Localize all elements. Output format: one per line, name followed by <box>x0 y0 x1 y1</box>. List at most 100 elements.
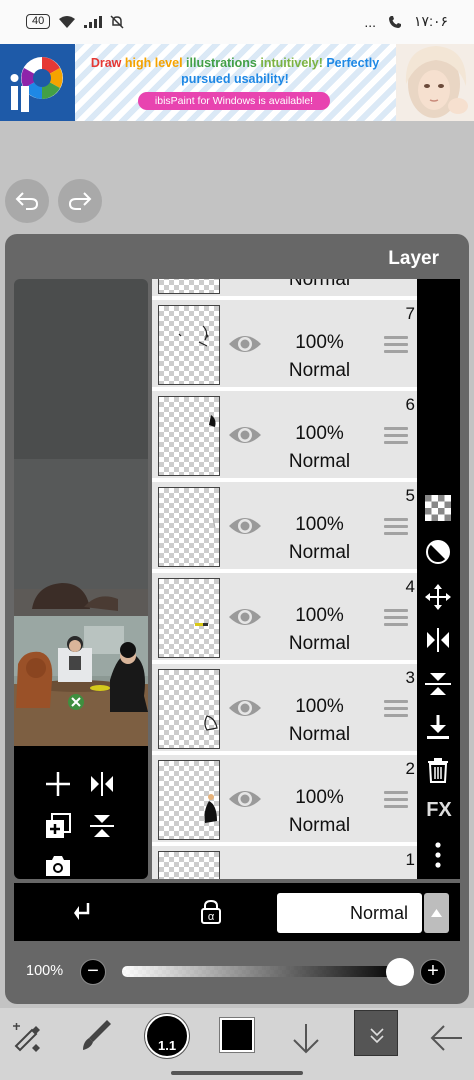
add-layer-icon[interactable] <box>44 770 72 798</box>
layer-number: 2 <box>405 759 415 778</box>
layer-opacity: 100% <box>295 514 344 535</box>
layer-thumbnail <box>158 279 220 294</box>
layer-opacity: 100% <box>295 787 344 808</box>
drag-handle-icon[interactable] <box>384 791 408 809</box>
layer-thumbnail <box>158 487 220 567</box>
ad-headline-word: Draw <box>90 56 125 70</box>
flip-horizontal-icon[interactable] <box>88 770 116 798</box>
layer-number: 7 <box>405 304 415 323</box>
layer-number: 6 <box>405 395 415 414</box>
layer-row-5[interactable]: 100% Normal 5 <box>152 482 417 571</box>
flip-vertical-icon[interactable] <box>88 812 116 840</box>
layer-number: 4 <box>405 577 415 596</box>
phone-icon <box>389 15 402 28</box>
drag-handle-icon[interactable] <box>384 700 408 718</box>
layer-row-3[interactable]: 100% Normal 3 <box>152 664 417 753</box>
opacity-slider[interactable] <box>122 966 402 977</box>
ad-headline-word: high level <box>124 56 187 70</box>
invert-icon[interactable] <box>425 539 451 565</box>
layer-row-1[interactable]: 1 <box>152 846 417 879</box>
layer-blend-mode: Normal <box>288 279 351 290</box>
layer-list[interactable]: Normal 100% Normal 7 100% Normal 6 100% … <box>152 279 417 879</box>
fx-button[interactable]: FX <box>422 799 456 822</box>
muted-bell-icon <box>110 14 124 29</box>
drag-handle-icon[interactable] <box>384 427 408 445</box>
duplicate-layer-icon[interactable] <box>44 812 72 840</box>
trash-icon[interactable] <box>426 757 450 783</box>
ad-headline-word: Perfectly <box>326 56 380 70</box>
layer-thumbnail <box>158 578 220 658</box>
layer-blend-mode: Normal <box>288 451 351 472</box>
ad-headline: Draw high level illustrations intuitivel… <box>88 55 382 87</box>
visibility-eye-icon[interactable] <box>228 514 262 538</box>
move-icon[interactable] <box>424 583 452 611</box>
layer-thumbnail <box>158 760 220 840</box>
home-indicator[interactable] <box>171 1071 303 1075</box>
ad-headline-word: pursued usability! <box>181 72 289 86</box>
opacity-increase-button[interactable]: + <box>420 959 446 985</box>
panel-title: Layer <box>388 248 439 269</box>
layer-thumbnail <box>158 669 220 749</box>
layer-row-2[interactable]: 100% Normal 2 <box>152 755 417 844</box>
layer-row-6[interactable]: 100% Normal 6 <box>152 391 417 480</box>
down-arrow-icon[interactable] <box>288 1020 324 1056</box>
brush-icon[interactable] <box>79 1018 113 1054</box>
ad-badge[interactable]: ibisPaint for Windows is available! <box>138 92 330 110</box>
layer-row[interactable]: Normal <box>152 279 417 298</box>
clipping-icon[interactable] <box>70 901 94 927</box>
more-dots: ... <box>364 13 377 30</box>
visibility-eye-icon[interactable] <box>228 787 262 811</box>
ad-headline-word: intuitively! <box>260 56 327 70</box>
visibility-eye-icon[interactable] <box>228 332 262 356</box>
ibispaint-logo <box>0 44 75 121</box>
ad-banner[interactable]: Draw high level illustrations intuitivel… <box>0 44 474 121</box>
drag-handle-icon[interactable] <box>384 336 408 354</box>
canvas-preview[interactable] <box>14 279 148 879</box>
opacity-slider-knob[interactable] <box>386 958 414 986</box>
layer-thumbnail <box>158 851 220 879</box>
layer-blend-mode: Normal <box>288 815 351 836</box>
alpha-lock-icon[interactable]: α <box>199 899 223 925</box>
blend-bar: α Normal <box>14 883 460 941</box>
layer-row-7[interactable]: 100% Normal 7 <box>152 300 417 389</box>
color-swatch[interactable] <box>220 1018 254 1052</box>
layer-opacity: 100% <box>295 332 344 353</box>
caret-up-icon <box>431 909 442 917</box>
opacity-decrease-button[interactable]: − <box>80 959 106 985</box>
more-options-icon[interactable] <box>432 841 444 869</box>
tool-selector-icon[interactable] <box>10 1020 44 1054</box>
redo-button[interactable] <box>58 179 102 223</box>
camera-icon[interactable] <box>44 854 72 878</box>
wifi-icon <box>59 15 76 28</box>
brush-size-label: 1.1 <box>158 1038 177 1053</box>
blend-mode-select[interactable]: Normal <box>277 893 422 933</box>
expand-menu-button[interactable] <box>354 1010 398 1056</box>
transparency-checker-icon[interactable] <box>425 495 451 521</box>
layer-opacity: 100% <box>295 696 344 717</box>
undo-button[interactable] <box>5 179 49 223</box>
merge-down-icon[interactable] <box>425 713 451 741</box>
flip-horizontal-icon[interactable] <box>424 627 452 653</box>
flip-vertical-icon[interactable] <box>424 670 452 698</box>
drag-handle-icon[interactable] <box>384 609 408 627</box>
battery-indicator: 40 <box>26 14 51 29</box>
layer-number: 1 <box>405 850 415 869</box>
blend-mode-dropdown-button[interactable] <box>424 893 449 933</box>
layer-blend-mode: Normal <box>288 724 351 745</box>
drag-handle-icon[interactable] <box>384 518 408 536</box>
layer-blend-mode: Normal <box>288 542 351 563</box>
layer-number: 3 <box>405 668 415 687</box>
background-art <box>14 459 148 619</box>
visibility-eye-icon[interactable] <box>228 605 262 629</box>
layer-tools-strip: FX <box>417 279 460 879</box>
layer-row-4[interactable]: 100% Normal 4 <box>152 573 417 662</box>
canvas-thumbnail[interactable] <box>14 616 148 746</box>
back-arrow-icon[interactable] <box>426 1020 466 1056</box>
layer-opacity: 100% <box>295 423 344 444</box>
ad-headline-word: illustrations <box>186 56 261 70</box>
signal-icon <box>84 15 103 28</box>
visibility-eye-icon[interactable] <box>228 423 262 447</box>
layer-opacity: 100% <box>295 605 344 626</box>
redo-icon <box>68 192 92 210</box>
visibility-eye-icon[interactable] <box>228 696 262 720</box>
